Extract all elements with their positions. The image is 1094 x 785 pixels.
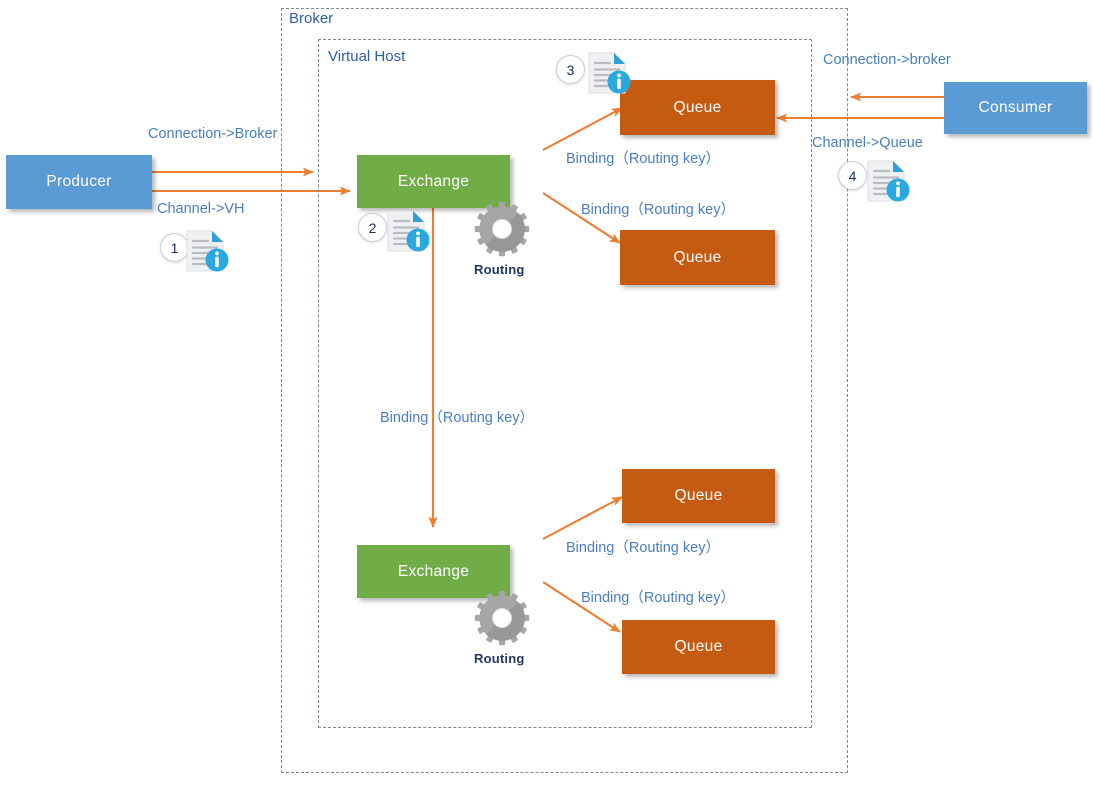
producer-node[interactable]: Producer bbox=[6, 155, 152, 209]
consumer-connection-label: Connection->broker bbox=[823, 52, 951, 68]
exchange-bottom-label: Exchange bbox=[397, 562, 470, 580]
exchange-top-label: Exchange bbox=[397, 172, 470, 190]
broker-label: Broker bbox=[286, 11, 337, 26]
routing-bottom-label: Routing bbox=[474, 651, 525, 666]
virtual-host-label: Virtual Host bbox=[325, 49, 409, 64]
diagram-canvas: Broker Virtual Host Producer Consumer Ex… bbox=[0, 0, 1094, 785]
step-3-badge: 3 bbox=[556, 55, 585, 84]
queue-3-node[interactable]: Queue bbox=[622, 469, 775, 523]
binding-label-1: Binding（Routing key） bbox=[566, 151, 720, 167]
queue-4-node[interactable]: Queue bbox=[622, 620, 775, 674]
queue-2-label: Queue bbox=[673, 248, 722, 266]
binding-label-4: Binding（Routing key） bbox=[566, 540, 720, 556]
queue-1-node[interactable]: Queue bbox=[620, 80, 775, 135]
producer-label: Producer bbox=[46, 173, 112, 190]
routing-top-label: Routing bbox=[474, 262, 525, 277]
queue-1-label: Queue bbox=[673, 98, 722, 116]
consumer-channel-label: Channel->Queue bbox=[812, 135, 923, 151]
routing-gear-top-icon bbox=[474, 201, 530, 257]
routing-gear-bottom-icon bbox=[474, 590, 530, 646]
queue-4-label: Queue bbox=[674, 638, 723, 655]
step-4-badge: 4 bbox=[838, 161, 867, 190]
info-document-2-icon bbox=[387, 210, 430, 252]
step-2-badge: 2 bbox=[358, 213, 387, 242]
info-document-1-icon bbox=[186, 230, 229, 272]
queue-2-node[interactable]: Queue bbox=[620, 230, 775, 285]
queue-3-label: Queue bbox=[674, 487, 723, 504]
info-document-4-icon bbox=[867, 160, 910, 202]
binding-label-5: Binding（Routing key） bbox=[581, 590, 735, 606]
binding-label-3: Binding（Routing key） bbox=[380, 410, 534, 426]
consumer-label: Consumer bbox=[978, 99, 1053, 116]
consumer-node[interactable]: Consumer bbox=[944, 82, 1087, 134]
info-document-3-icon bbox=[588, 52, 631, 94]
binding-label-2: Binding（Routing key） bbox=[581, 202, 735, 218]
producer-connection-label: Connection->Broker bbox=[148, 126, 278, 142]
producer-channel-label: Channel->VH bbox=[157, 201, 245, 217]
